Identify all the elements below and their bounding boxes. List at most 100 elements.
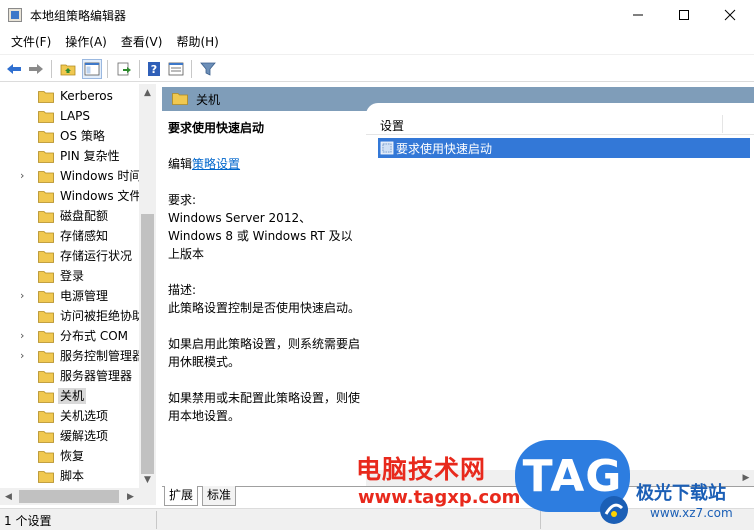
- scroll-down-icon[interactable]: ▼: [139, 471, 156, 488]
- menu-bar: 文件(F) 操作(A) 查看(V) 帮助(H): [0, 30, 754, 54]
- tree-item[interactable]: › 服务控制管理器: [0, 346, 139, 366]
- export-list-button[interactable]: [114, 59, 134, 79]
- folder-icon: [38, 390, 54, 403]
- tree-item-label: PIN 复杂性: [60, 149, 120, 163]
- help-button[interactable]: ?: [144, 59, 164, 79]
- tree-item[interactable]: 存储感知: [0, 226, 139, 246]
- tree-item-label: LAPS: [60, 109, 91, 123]
- tree-item[interactable]: OS 策略: [0, 126, 139, 146]
- scroll-left-icon[interactable]: ◀: [0, 488, 17, 505]
- folder-icon: [38, 170, 54, 183]
- folder-icon: [38, 210, 54, 223]
- toolbar-separator: [139, 60, 140, 78]
- maximize-icon: [679, 10, 689, 20]
- menu-help[interactable]: 帮助(H): [169, 30, 225, 54]
- status-separator: [540, 511, 541, 529]
- export-icon: [117, 62, 131, 76]
- folder-icon: [38, 410, 54, 423]
- tree-item[interactable]: › 分布式 COM: [0, 326, 139, 346]
- properties-button[interactable]: [166, 59, 186, 79]
- status-text: 1 个设置: [4, 514, 52, 528]
- tree-item[interactable]: › Windows 时间: [0, 166, 139, 186]
- setting-row-label: 要求使用快速启动: [396, 142, 493, 156]
- description-panel: 要求使用快速启动 编辑策略设置 要求: Windows Server 2012、…: [162, 111, 366, 486]
- back-arrow-icon: [7, 64, 21, 74]
- tree-item-label: 磁盘配额: [60, 209, 109, 223]
- edit-policy-link[interactable]: 策略设置: [192, 157, 240, 171]
- minimize-button[interactable]: [615, 0, 661, 30]
- tree-item-label: Windows 时间: [60, 169, 139, 183]
- scroll-thumb[interactable]: [19, 490, 119, 503]
- tree-horizontal-scrollbar[interactable]: ◀ ▶: [0, 488, 156, 505]
- tree-item[interactable]: PIN 复杂性: [0, 146, 139, 166]
- enabled-text: 如果启用此策略设置，则系统需要启用休眠模式。: [168, 337, 361, 369]
- tree-item[interactable]: 关机选项: [0, 406, 139, 426]
- watermark-url: www.tagxp.com: [358, 487, 521, 508]
- scroll-right-icon[interactable]: ▶: [122, 488, 139, 505]
- tree-item[interactable]: Kerberos: [0, 86, 139, 106]
- folder-icon: [38, 310, 54, 323]
- tree-item[interactable]: 服务器管理器: [0, 366, 139, 386]
- tree-item-label: 服务控制管理器: [60, 349, 139, 363]
- setting-title: 要求使用快速启动: [168, 121, 265, 135]
- menu-action[interactable]: 操作(A): [58, 30, 114, 54]
- menu-view[interactable]: 查看(V): [114, 30, 170, 54]
- tree-item-label: 分布式 COM: [60, 329, 128, 343]
- settings-list: 设置 要求使用快速启动: [366, 103, 754, 486]
- tree-item-label: Windows 文件: [60, 189, 139, 203]
- tree-item[interactable]: 访问被拒绝协助: [0, 306, 139, 326]
- folder-icon: [38, 330, 54, 343]
- tree-item-label: 存储感知: [60, 229, 109, 243]
- forward-button[interactable]: [26, 59, 46, 79]
- tree-item-label: 缓解选项: [60, 429, 109, 443]
- filter-button[interactable]: [198, 59, 218, 79]
- chevron-right-icon[interactable]: ›: [20, 170, 30, 182]
- tree-item[interactable]: 脚本: [0, 466, 139, 486]
- maximize-button[interactable]: [661, 0, 707, 30]
- chevron-right-icon[interactable]: ›: [20, 290, 30, 302]
- watermark-text: 电脑技术网: [356, 455, 487, 484]
- folder-icon: [38, 470, 54, 483]
- chevron-right-icon[interactable]: ›: [20, 350, 30, 362]
- show-hide-tree-button[interactable]: [82, 59, 102, 79]
- window-title: 本地组策略编辑器: [30, 9, 127, 23]
- folder-icon: [38, 370, 54, 383]
- tree-item-label: 恢复: [60, 449, 85, 463]
- tree-item[interactable]: LAPS: [0, 106, 139, 126]
- tree-item[interactable]: 关机: [0, 386, 139, 406]
- tree-vertical-scrollbar[interactable]: ▲ ▼: [139, 84, 156, 488]
- tree-item-label: 关机: [58, 388, 87, 404]
- tree-item[interactable]: 存储运行状况: [0, 246, 139, 266]
- chevron-right-icon[interactable]: ›: [20, 330, 30, 342]
- app-icon: [8, 8, 22, 22]
- back-button[interactable]: [4, 59, 24, 79]
- tree-item[interactable]: › 电源管理: [0, 286, 139, 306]
- scroll-right-icon[interactable]: ▶: [738, 470, 754, 486]
- folder-icon: [172, 92, 188, 108]
- tree-item-label: 存储运行状况: [60, 249, 133, 263]
- tree-item[interactable]: 缓解选项: [0, 426, 139, 446]
- column-divider[interactable]: [722, 115, 723, 133]
- policy-setting-icon: [380, 141, 394, 155]
- up-folder-button[interactable]: [58, 59, 78, 79]
- tree-item[interactable]: 磁盘配额: [0, 206, 139, 226]
- column-header-setting[interactable]: 设置: [366, 113, 754, 135]
- close-button[interactable]: [707, 0, 753, 30]
- title-bar: 本地组策略编辑器: [0, 0, 754, 30]
- tab-extended[interactable]: 扩展: [164, 486, 199, 506]
- watermark-site-name: 极光下载站: [636, 483, 726, 504]
- menu-file[interactable]: 文件(F): [4, 30, 58, 54]
- tree-item[interactable]: 恢复: [0, 446, 139, 466]
- close-icon: [724, 9, 736, 21]
- setting-row[interactable]: 要求使用快速启动: [378, 138, 750, 158]
- minimize-icon: [633, 14, 643, 16]
- tree-item-label: 电源管理: [60, 289, 109, 303]
- scroll-thumb[interactable]: [141, 214, 154, 474]
- tree-item-label: Kerberos: [60, 89, 113, 103]
- filter-icon: [200, 62, 216, 76]
- tab-standard[interactable]: 标准: [202, 486, 237, 506]
- scroll-up-icon[interactable]: ▲: [139, 84, 156, 101]
- tree-item[interactable]: 登录: [0, 266, 139, 286]
- tree-item[interactable]: Windows 文件: [0, 186, 139, 206]
- toolbar: ?: [0, 54, 754, 82]
